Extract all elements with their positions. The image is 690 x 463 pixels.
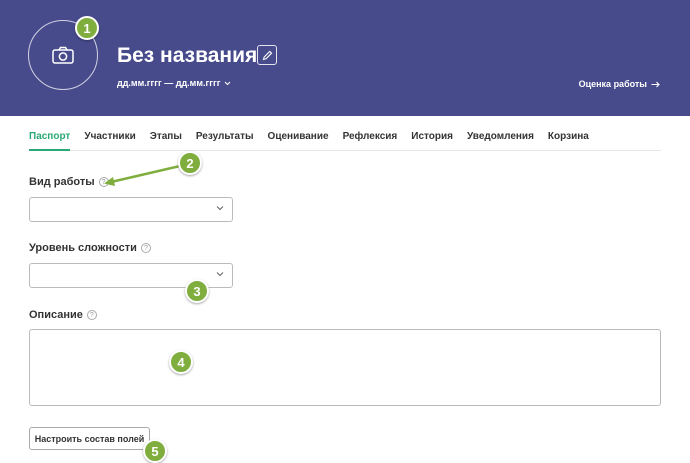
page-title: Без названия [117,44,258,67]
question-circle-icon[interactable]: ? [98,177,109,187]
annotation-badge: 3 [185,279,209,303]
question-circle-icon[interactable]: ? [140,243,151,253]
arrow-right-icon [651,81,660,87]
question-circle-icon[interactable]: ? [86,310,97,320]
date-range-picker[interactable]: дд.мм.гггг — дд.мм.гггг [117,78,231,88]
work-type-label-row: Вид работы ? [29,176,109,188]
work-type-label: Вид работы [29,176,95,188]
annotation-badge: 4 [169,350,193,374]
difficulty-label: Уровень сложности [29,242,137,254]
description-input[interactable] [29,329,661,406]
tab-notifications[interactable]: Уведомления [467,126,534,151]
annotation-badge: 5 [143,439,167,463]
description-label-row: Описание ? [29,309,97,321]
annotation-badge: 1 [75,16,99,40]
assess-work-link[interactable]: Оценка работы [579,79,660,89]
tab-stages[interactable]: Этапы [150,126,182,151]
tab-reflection[interactable]: Рефлексия [343,126,398,151]
tab-passport[interactable]: Паспорт [29,126,71,151]
assess-work-label: Оценка работы [578,79,647,89]
tab-trash[interactable]: Корзина [548,126,589,151]
work-type-select[interactable] [29,197,233,222]
annotation-badge: 2 [178,151,202,175]
tab-participants[interactable]: Участники [84,126,135,151]
tab-evaluation[interactable]: Оценивание [268,126,329,151]
difficulty-label-row: Уровень сложности ? [29,242,151,254]
chevron-down-icon [225,81,231,85]
date-range-text: дд.мм.гггг — дд.мм.гггг [117,78,221,88]
work-header: Без названия дд.мм.гггг — дд.мм.гггг Оце… [0,0,690,116]
camera-icon [52,46,74,64]
description-label: Описание [29,309,83,321]
pencil-icon [262,50,272,60]
tab-history[interactable]: История [411,126,453,151]
edit-title-button[interactable] [257,45,277,65]
tab-bar: Паспорт Участники Этапы Результаты Оцени… [29,126,661,151]
chevron-down-icon [216,272,224,277]
chevron-down-icon [216,206,224,211]
tab-results[interactable]: Результаты [196,126,254,151]
configure-fields-button[interactable]: Настроить состав полей [29,427,150,450]
